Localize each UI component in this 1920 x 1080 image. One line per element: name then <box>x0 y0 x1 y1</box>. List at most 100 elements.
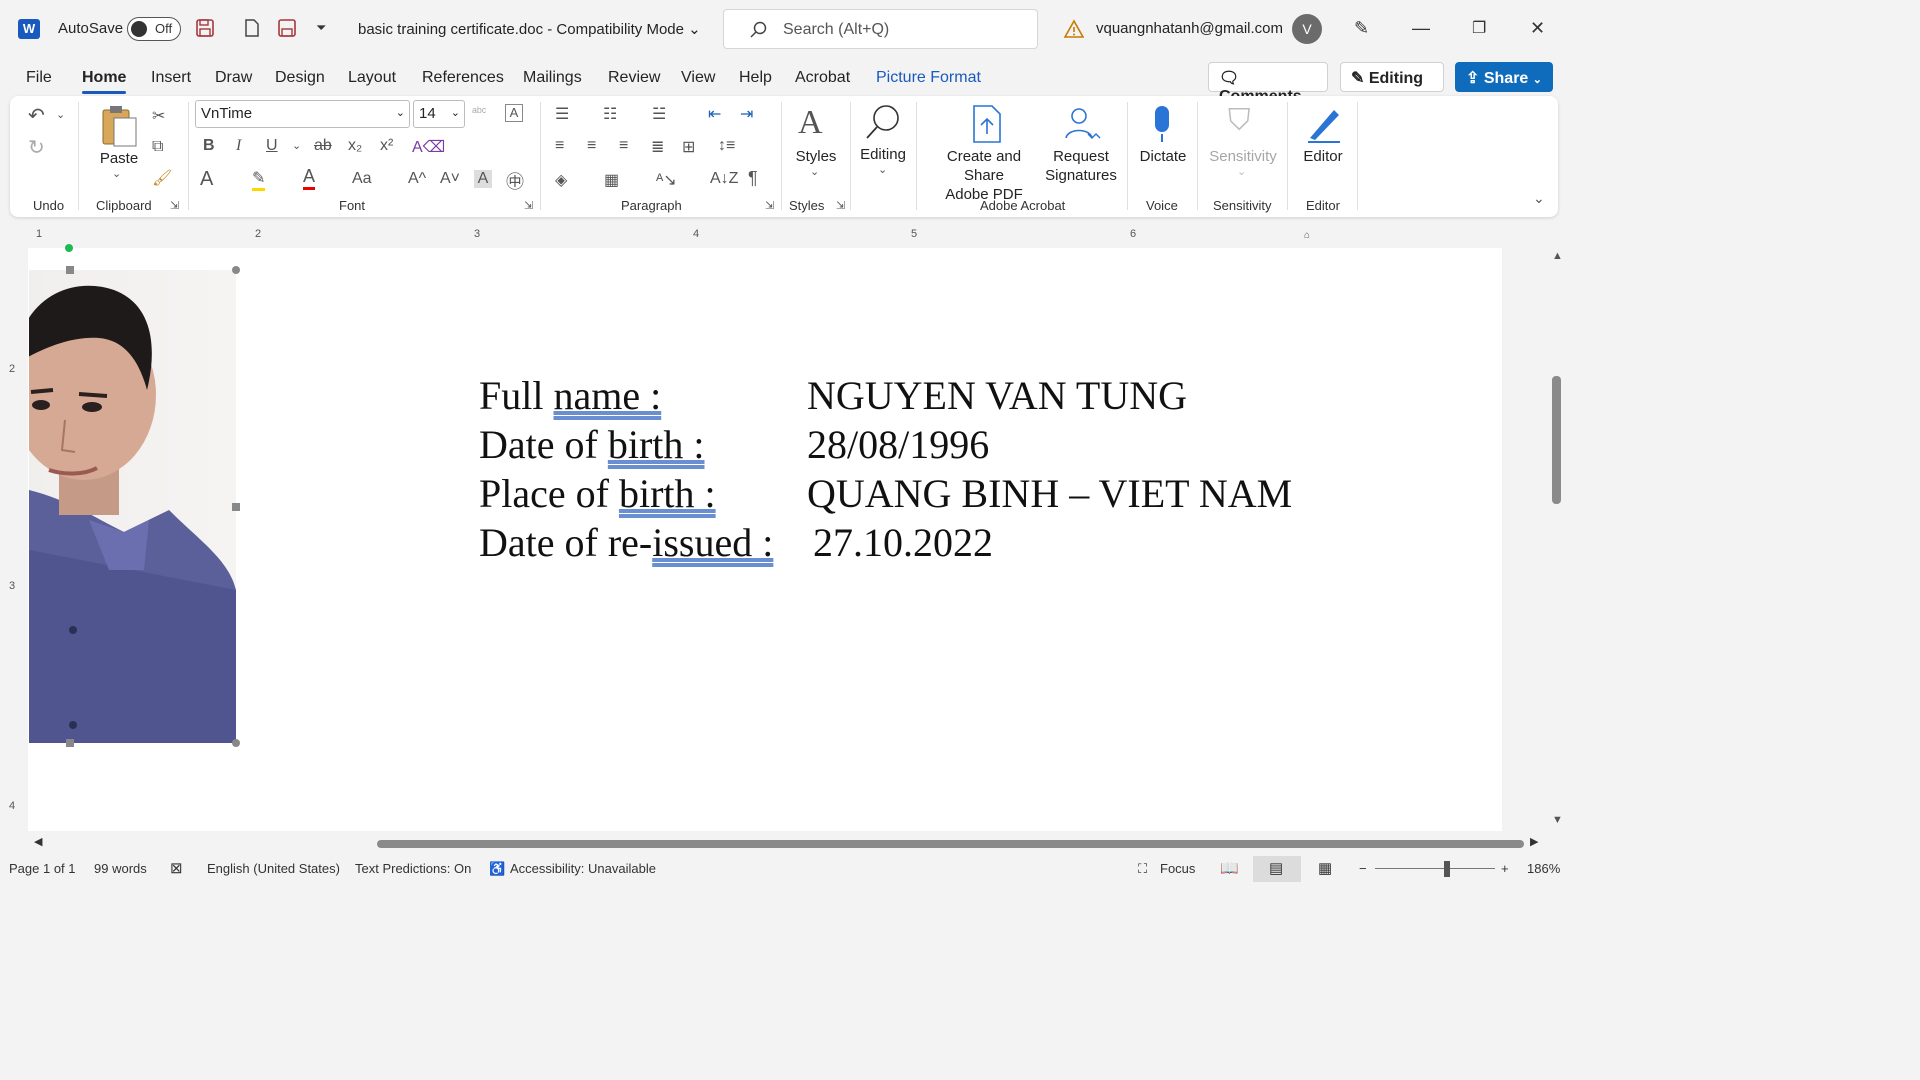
read-mode-icon[interactable]: 📖 <box>1220 859 1239 877</box>
create-pdf-icon[interactable] <box>970 104 1004 144</box>
share-button[interactable]: ⇪ Share ⌄ <box>1455 62 1553 92</box>
chevron-down-icon[interactable]: ⌄ <box>292 139 301 152</box>
format-painter-icon[interactable]: 🖌 <box>152 168 172 188</box>
character-shading-icon[interactable]: A <box>474 170 492 188</box>
chevron-down-icon[interactable]: ⌄ <box>878 163 887 176</box>
align-right-icon[interactable]: ≡ <box>619 137 628 155</box>
strikethrough-icon[interactable]: ab <box>314 137 332 155</box>
text-predictions-status[interactable]: Text Predictions: On <box>355 861 471 876</box>
search-input[interactable]: Search (Alt+Q) <box>723 9 1038 49</box>
styles-launcher-icon[interactable]: ⇲ <box>836 199 845 212</box>
accessibility-status[interactable]: Accessibility: Unavailable <box>510 861 656 876</box>
superscript-icon[interactable]: x² <box>380 137 393 155</box>
justify-icon[interactable]: ≣ <box>651 137 664 157</box>
highlight-icon[interactable]: ✎ <box>252 168 266 191</box>
decrease-indent-icon[interactable]: ⇤ <box>708 104 721 124</box>
horizontal-scroll-thumb[interactable] <box>377 840 1524 848</box>
editing-mode-button[interactable]: ✎ Editing ⌄ <box>1340 62 1444 104</box>
cut-icon[interactable]: ✂ <box>152 106 165 126</box>
accessibility-icon[interactable]: ♿ <box>489 861 505 877</box>
italic-icon[interactable]: I <box>236 137 241 155</box>
paragraph-launcher-icon[interactable]: ⇲ <box>765 199 774 212</box>
tab-review[interactable]: Review <box>608 69 660 87</box>
zoom-slider-thumb[interactable] <box>1444 861 1450 877</box>
resize-handle[interactable] <box>66 739 74 747</box>
new-document-icon[interactable] <box>242 18 262 38</box>
underline-icon[interactable]: U <box>266 137 278 155</box>
request-signatures-button[interactable]: Request Signatures <box>1043 147 1119 185</box>
resize-handle[interactable] <box>232 503 240 511</box>
editor-icon[interactable] <box>1304 104 1344 144</box>
zoom-in-icon[interactable]: + <box>1501 861 1509 876</box>
resize-handle[interactable] <box>232 739 240 747</box>
grow-font-icon[interactable]: A^ <box>408 170 426 188</box>
font-launcher-icon[interactable]: ⇲ <box>524 199 533 212</box>
font-color-icon[interactable]: A <box>303 166 316 190</box>
increase-indent-icon[interactable]: ⇥ <box>740 104 753 124</box>
chevron-down-icon[interactable]: ⌄ <box>1237 165 1246 178</box>
multilevel-list-icon[interactable]: ☱ <box>652 104 666 124</box>
sort-icon[interactable]: A↓Z <box>710 170 738 188</box>
redo-icon[interactable]: ↻ <box>28 135 45 160</box>
page-count[interactable]: Page 1 of 1 <box>9 861 76 876</box>
zoom-level[interactable]: 186% <box>1527 861 1560 876</box>
vertical-ruler[interactable]: 2 3 4 <box>0 248 28 830</box>
tab-insert[interactable]: Insert <box>151 69 191 87</box>
styles-icon[interactable]: A <box>798 104 823 142</box>
scroll-up-icon[interactable]: ▲ <box>1552 250 1563 262</box>
align-center-icon[interactable]: ≡ <box>587 137 596 155</box>
avatar[interactable]: V <box>1292 14 1322 44</box>
show-formatting-marks-icon[interactable]: ¶ <box>748 168 758 189</box>
save-icon[interactable] <box>195 18 215 38</box>
clipboard-launcher-icon[interactable]: ⇲ <box>170 199 179 212</box>
zoom-out-icon[interactable]: − <box>1359 861 1367 876</box>
collapse-ribbon-icon[interactable]: ⌄ <box>1533 190 1545 207</box>
scroll-left-icon[interactable]: ◀ <box>34 835 42 848</box>
horizontal-ruler[interactable]: 1 2 3 4 5 6 ⌂ <box>0 222 1568 242</box>
sensitivity-icon[interactable]: ⛉ <box>1228 104 1251 138</box>
microphone-icon[interactable] <box>1150 104 1174 144</box>
paste-clipboard-icon[interactable] <box>100 104 140 148</box>
borders-icon[interactable]: ▦ <box>604 170 619 190</box>
undo-dropdown-icon[interactable]: ⌄ <box>56 108 65 121</box>
tab-view[interactable]: View <box>681 69 715 87</box>
styles-button[interactable]: Styles <box>793 147 839 166</box>
web-layout-icon[interactable]: ▦ <box>1318 859 1332 877</box>
portrait-photo[interactable] <box>29 270 236 743</box>
tab-design[interactable]: Design <box>275 69 325 87</box>
comments-button[interactable]: 🗨 Comments <box>1208 62 1328 105</box>
restore-icon[interactable]: ❐ <box>1472 18 1486 38</box>
tab-help[interactable]: Help <box>739 69 772 87</box>
resize-handle[interactable] <box>66 266 74 274</box>
sensitivity-button[interactable]: Sensitivity <box>1205 147 1281 166</box>
document-title[interactable]: basic training certificate.doc - Compati… <box>358 20 701 38</box>
editor-button[interactable]: Editor <box>1298 147 1348 166</box>
focus-icon[interactable]: ⛶ <box>1138 861 1147 877</box>
chevron-down-icon[interactable]: ⌄ <box>112 167 121 180</box>
customize-qat-icon[interactable]: ⏷ <box>316 20 326 36</box>
change-case-icon[interactable]: ᵃᵇᶜ <box>472 104 486 119</box>
print-layout-icon[interactable]: ▤ <box>1269 859 1283 877</box>
scroll-right-icon[interactable]: ▶ <box>1530 835 1538 848</box>
vertical-scroll-thumb[interactable] <box>1552 376 1561 504</box>
line-spacing-icon[interactable]: ↕≡ <box>718 137 735 155</box>
tab-file[interactable]: File <box>26 69 52 87</box>
numbering-icon[interactable]: ☷ <box>603 104 617 124</box>
paste-button[interactable]: Paste <box>98 149 140 168</box>
tab-mailings[interactable]: Mailings <box>523 69 582 87</box>
autosave-toggle[interactable]: Off <box>127 17 181 41</box>
proofing-icon[interactable]: ⊠ <box>170 859 183 877</box>
language-status[interactable]: English (United States) <box>207 861 340 876</box>
word-count[interactable]: 99 words <box>94 861 147 876</box>
create-share-pdf-button[interactable]: Create and Share Adobe PDF <box>925 147 1043 204</box>
enclose-characters-icon[interactable]: ㊥ <box>506 168 524 194</box>
shrink-font-icon[interactable]: A˅ <box>440 170 460 188</box>
shading-icon[interactable]: ◈ <box>555 170 567 190</box>
tab-layout[interactable]: Layout <box>348 69 396 87</box>
text-effects-icon[interactable]: A <box>200 168 213 191</box>
scroll-down-icon[interactable]: ▼ <box>1552 814 1563 826</box>
request-signatures-icon[interactable] <box>1062 104 1102 144</box>
font-name-combo[interactable]: VnTime ⌄ <box>195 100 410 128</box>
designer-pen-icon[interactable]: ✎ <box>1354 18 1369 39</box>
font-size-combo[interactable]: 14 ⌄ <box>413 100 465 128</box>
